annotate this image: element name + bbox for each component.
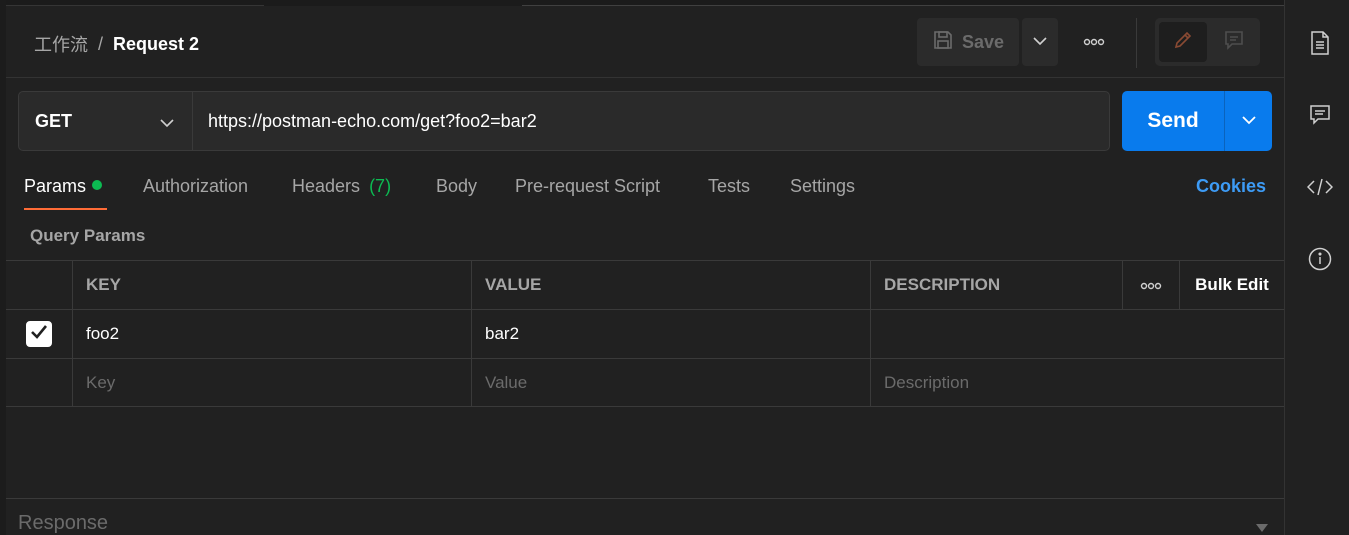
chevron-down-icon [160,112,174,133]
edit-mode-button[interactable] [1159,22,1207,62]
headers-count-badge: (7) [369,176,392,196]
request-name[interactable]: Request 2 [113,34,199,55]
save-label: Save [961,31,1005,52]
new-description-input[interactable]: Description [871,359,1284,406]
new-key-input[interactable]: Key [73,359,472,406]
column-header-value: VALUE [472,261,871,309]
more-actions-button[interactable] [1074,28,1114,56]
save-icon [932,29,954,56]
comments-icon[interactable] [1307,102,1333,128]
row-check-cell [6,310,73,358]
bulk-edit-button[interactable]: Bulk Edit [1180,261,1284,309]
tab-body[interactable]: Body [436,176,477,197]
method-select[interactable]: GET [18,91,193,151]
method-label: GET [35,110,73,131]
send-label: Send [1147,109,1199,132]
breadcrumb-collection[interactable]: 工作流 [34,31,88,57]
app-window: 工作流 / Request 2 Save GET https://postman… [0,0,1349,535]
info-icon[interactable] [1307,246,1333,272]
comment-icon [1223,29,1245,56]
checkmark-icon [30,324,48,345]
tab-headers[interactable]: Headers (7) [292,176,391,197]
send-button[interactable]: Send [1122,91,1224,151]
more-icon [1083,33,1105,51]
tab-settings[interactable]: Settings [790,176,855,197]
table-header-row: KEY VALUE DESCRIPTION Bulk Edit [6,260,1284,309]
chevron-down-icon [1241,112,1256,130]
row-check-cell [6,359,73,406]
cookies-link[interactable]: Cookies [1196,176,1266,197]
param-description-input[interactable] [871,310,1284,358]
tab-params[interactable]: Params [24,176,103,197]
param-key-input[interactable]: foo2 [73,310,472,358]
edit-pencil-icon [1172,29,1194,56]
url-input[interactable]: https://postman-echo.com/get?foo2=bar2 [192,91,1110,151]
new-value-input[interactable]: Value [472,359,871,406]
tab-settings-label: Settings [790,176,856,196]
tab-headers-label: Headers [292,176,361,196]
send-options-button[interactable] [1224,91,1272,151]
url-text: https://postman-echo.com/get?foo2=bar2 [208,110,537,131]
tab-tests[interactable]: Tests [708,176,750,197]
response-title: Response [18,512,109,534]
code-icon[interactable] [1307,174,1333,200]
response-pane[interactable]: Response [6,498,1284,535]
chevron-down-icon [1033,33,1047,51]
breadcrumb-separator: / [98,33,104,54]
request-tabs: Params Authorization Headers (7) Body Pr… [0,164,1284,212]
tab-authorization-label: Authorization [143,176,249,196]
request-header: 工作流 / Request 2 Save [6,6,1284,78]
more-icon [1140,275,1162,295]
documentation-icon[interactable] [1307,30,1333,56]
right-sidebar [1284,0,1349,535]
active-tab-indicator [24,208,107,210]
save-options-button[interactable] [1022,18,1058,66]
query-params-title: Query Params [30,226,146,245]
breadcrumb: 工作流 / Request 2 [34,31,199,57]
tab-prerequest-label: Pre-request Script [515,176,661,196]
save-button[interactable]: Save [917,18,1019,66]
column-header-description: DESCRIPTION [871,261,1123,309]
table-row: foo2 bar2 [6,309,1284,358]
query-params-table: KEY VALUE DESCRIPTION Bulk Edit foo2 bar… [6,260,1284,407]
table-row-new: Key Value Description [6,358,1284,407]
tab-authorization[interactable]: Authorization [143,176,248,197]
column-header-key: KEY [73,261,472,309]
caret-down-icon[interactable] [1256,519,1268,535]
header-divider [1136,18,1137,68]
header-check-cell [6,261,73,309]
tab-prerequest-script[interactable]: Pre-request Script [515,176,660,197]
comment-mode-button[interactable] [1210,22,1258,62]
table-more-button[interactable] [1123,261,1180,309]
tab-tests-label: Tests [708,176,751,196]
view-mode-toggle [1155,18,1260,66]
param-value-input[interactable]: bar2 [472,310,871,358]
tab-params-label: Params [24,176,87,196]
params-active-indicator [92,180,103,190]
param-enabled-checkbox[interactable] [26,321,52,347]
tab-body-label: Body [436,176,478,196]
